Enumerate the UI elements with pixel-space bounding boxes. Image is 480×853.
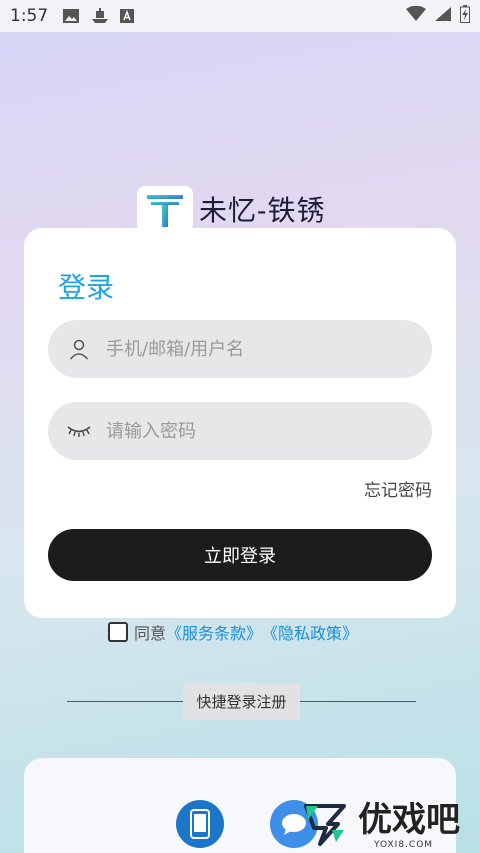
status-bar: 1:57 [0,0,480,32]
wifi-icon [406,5,426,27]
username-field[interactable] [48,320,432,378]
brand-name: 未忆-铁锈 [199,194,326,227]
watermark-logo-icon [304,804,346,846]
phone-login-button[interactable] [176,800,224,848]
watermark: 优戏吧 YOXI8.COM [298,800,460,850]
signal-icon [434,6,452,27]
login-button[interactable]: 立即登录 [48,529,432,581]
status-right [406,4,470,28]
a-box-icon [118,7,136,25]
agreement-checkbox[interactable] [108,622,128,642]
ship-icon [90,7,109,25]
password-field[interactable] [48,402,432,460]
phone-icon [190,809,210,839]
status-time: 1:57 [10,6,49,26]
agreement-row: 同意 《服务条款》 《隐私政策》 [108,620,358,644]
divider-right [300,701,416,702]
login-card: 登录 忘记密码 立即登录 [24,228,456,618]
eye-closed-icon[interactable] [66,418,92,444]
app-logo-icon [137,186,193,232]
image-icon [62,7,80,25]
password-input[interactable] [106,420,396,442]
battery-icon [460,4,470,28]
privacy-link[interactable]: 《隐私政策》 [262,620,358,644]
login-title: 登录 [58,271,115,304]
divider-left [67,701,183,702]
username-input[interactable] [106,338,396,360]
agreement-prefix: 同意 [134,624,167,643]
watermark-subtext: YOXI8.COM [374,840,434,850]
watermark-text: 优戏吧 [358,800,460,840]
user-icon [66,336,92,362]
quick-login-label: 快捷登录注册 [183,683,300,720]
forgot-password-link[interactable]: 忘记密码 [364,476,432,501]
brand-logo: 未忆-铁锈 [137,186,325,232]
terms-link[interactable]: 《服务条款》 [166,620,262,644]
